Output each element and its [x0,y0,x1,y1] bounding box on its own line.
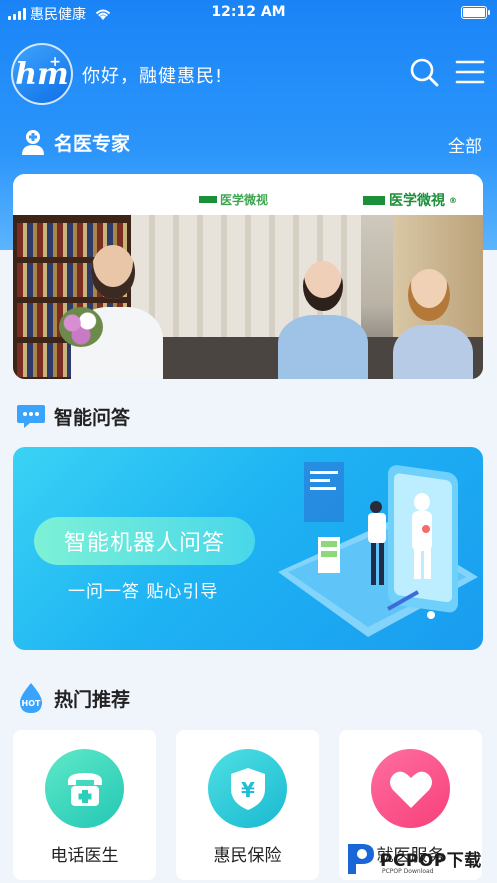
qa-subtitle: 一问一答 贴心引导 [68,582,219,602]
app-header: hm + 你好，融健惠民! [0,40,497,106]
heart-icon [371,749,450,828]
phone-medical-illustration [278,462,478,637]
video-thumbnail [13,215,483,379]
search-icon[interactable] [408,56,440,88]
menu-icon[interactable] [454,56,486,88]
qa-section-title: 智能问答 [16,402,130,430]
watermark-logo-icon [348,844,374,874]
shield-yen-icon: ¥ [208,749,287,828]
chat-bubble-icon [17,405,45,428]
greeting-text: 你好，融健惠民! [82,66,224,87]
recommend-label: 惠民保险 [213,846,282,866]
status-time: 12:12 AM [211,4,286,20]
qa-banner[interactable]: 智能机器人问答 一问一答 贴心引导 [13,447,483,650]
status-bar: 惠民健康 12:12 AM [0,0,497,26]
video-brand-label: 医学微視 [389,193,445,209]
recommend-title-label: 热门推荐 [54,688,131,711]
qa-robot-button[interactable]: 智能机器人问答 [34,517,255,565]
experts-title-label: 名医专家 [54,132,131,155]
watermark: PCPOP下载 PCPOP Download [344,838,497,883]
battery-icon [461,6,490,19]
qa-title-label: 智能问答 [54,406,131,429]
recommend-label: 电话医生 [50,846,119,866]
video-caption: 医学微视 [196,191,272,208]
experts-section-title: 名医专家 [20,128,130,156]
recommend-section-title: HOT 热门推荐 [16,682,130,714]
hot-badge-text: HOT [22,699,41,708]
svg-text:¥: ¥ [241,778,255,802]
recommend-card-phone-doctor[interactable]: 电话医生 [13,730,156,880]
experts-all-link[interactable]: 全部 [448,132,482,157]
app-logo[interactable]: hm + [11,43,73,105]
watermark-subtext: PCPOP Download [382,868,434,875]
telephone-icon [45,749,124,828]
video-brand-logo: 医学微視 ® [363,190,457,210]
doctor-icon [22,130,44,155]
recommend-card-insurance[interactable]: ¥ 惠民保险 [176,730,319,880]
logo-plus-icon: + [49,54,61,70]
hot-drop-icon: HOT [20,683,42,713]
